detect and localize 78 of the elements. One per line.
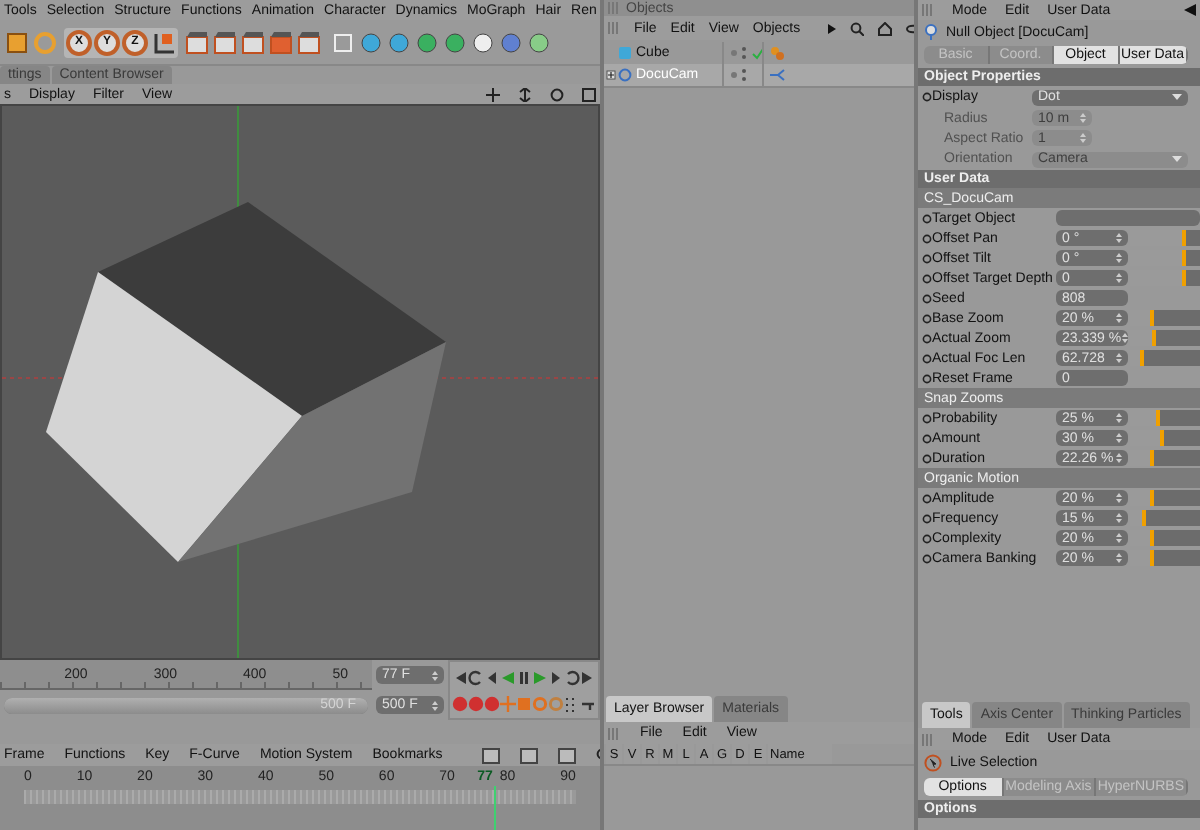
rotate-icon[interactable] xyxy=(550,87,564,101)
skip-start-icon[interactable] xyxy=(452,669,468,685)
visibility-dots-icon[interactable] xyxy=(730,68,748,82)
arrow-left-icon[interactable] xyxy=(1184,4,1196,16)
animation-dot-icon xyxy=(922,433,932,443)
spinner-arrows-icon xyxy=(1116,532,1122,544)
animation-dot-icon xyxy=(922,233,932,243)
spinner-arrows-icon xyxy=(1116,432,1122,444)
slider[interactable] xyxy=(1130,310,1200,326)
animation-dot-icon xyxy=(922,92,932,102)
clapperboard-icon[interactable] xyxy=(212,29,238,55)
cursor-icon xyxy=(924,754,942,772)
animation-dot-icon xyxy=(922,533,932,543)
animation-dot-icon xyxy=(922,553,932,563)
home-icon[interactable] xyxy=(878,21,893,35)
spinner-arrows-icon xyxy=(1116,552,1122,564)
dot-grid-icon[interactable] xyxy=(564,695,580,711)
visibility-dots-icon[interactable] xyxy=(730,46,748,60)
spinner-arrows-icon xyxy=(432,669,438,681)
animation-dot-icon xyxy=(922,253,932,263)
animation-dot-icon xyxy=(922,353,932,363)
spinner-arrows-icon xyxy=(1116,492,1122,504)
dropdown-caret-icon xyxy=(1172,94,1182,100)
spinner-arrows-icon xyxy=(1116,352,1122,364)
move-arrows-icon[interactable] xyxy=(486,87,500,101)
animation-dot-icon xyxy=(922,413,932,423)
animation-dot-icon xyxy=(922,333,932,343)
spinner-arrows-icon xyxy=(1116,412,1122,424)
step-back-icon[interactable] xyxy=(484,669,500,685)
slider[interactable] xyxy=(1130,550,1200,566)
slider[interactable] xyxy=(1130,430,1200,446)
check-icon[interactable] xyxy=(752,47,764,59)
spinner-arrows-icon xyxy=(1116,452,1122,464)
skip-end-icon[interactable] xyxy=(580,669,596,685)
spinner-arrows-icon xyxy=(1116,272,1122,284)
arrow-right-icon[interactable] xyxy=(828,23,837,33)
slider[interactable] xyxy=(1130,350,1200,366)
animation-dot-icon xyxy=(922,373,932,383)
slider[interactable] xyxy=(1130,230,1200,246)
expand-icon[interactable] xyxy=(606,70,616,80)
slider[interactable] xyxy=(1130,330,1200,346)
maximize-icon[interactable] xyxy=(582,87,596,101)
sphere-icon[interactable] xyxy=(414,29,440,55)
animation-dot-icon xyxy=(922,213,932,223)
coordinate-icon[interactable] xyxy=(150,29,176,55)
animation-dot-icon xyxy=(922,313,932,323)
step-forward-icon[interactable] xyxy=(548,669,564,685)
animation-dot-icon xyxy=(922,493,932,503)
spinner-arrows-icon xyxy=(1080,132,1086,144)
animation-dot-icon xyxy=(922,513,932,523)
clapperboard-icon[interactable] xyxy=(296,29,322,55)
sheet-icon[interactable] xyxy=(558,747,577,763)
clapperboard-icon[interactable] xyxy=(184,29,210,55)
spinner-arrows-icon xyxy=(1116,312,1122,324)
slider[interactable] xyxy=(1130,490,1200,506)
animation-dot-icon xyxy=(922,453,932,463)
curve-mode-icon[interactable] xyxy=(520,747,539,763)
link-field[interactable] xyxy=(1056,210,1200,226)
animation-dot-icon xyxy=(922,293,932,303)
clapperboard-icon[interactable] xyxy=(268,29,294,55)
key-mode-icon[interactable] xyxy=(482,747,501,763)
clapperboard-icon[interactable] xyxy=(240,29,266,55)
pause-icon[interactable] xyxy=(516,669,532,685)
slider[interactable] xyxy=(1130,510,1200,526)
spinner-arrows-icon xyxy=(1116,512,1122,524)
dropdown-caret-icon xyxy=(1172,156,1182,162)
loop-back-icon[interactable] xyxy=(468,669,484,685)
spinner-arrows-icon xyxy=(1080,112,1086,124)
animation-dot-icon xyxy=(922,273,932,283)
spinner-arrows-icon xyxy=(432,699,438,711)
slider[interactable] xyxy=(1130,410,1200,426)
spinner-arrows-icon xyxy=(1121,332,1128,344)
slider[interactable] xyxy=(1130,530,1200,546)
loop-icon[interactable] xyxy=(564,669,580,685)
spinner-arrows-icon xyxy=(1116,252,1122,264)
zoom-arrows-icon[interactable] xyxy=(518,87,532,101)
spinner-arrows-icon xyxy=(1116,232,1122,244)
slider[interactable] xyxy=(1130,450,1200,466)
